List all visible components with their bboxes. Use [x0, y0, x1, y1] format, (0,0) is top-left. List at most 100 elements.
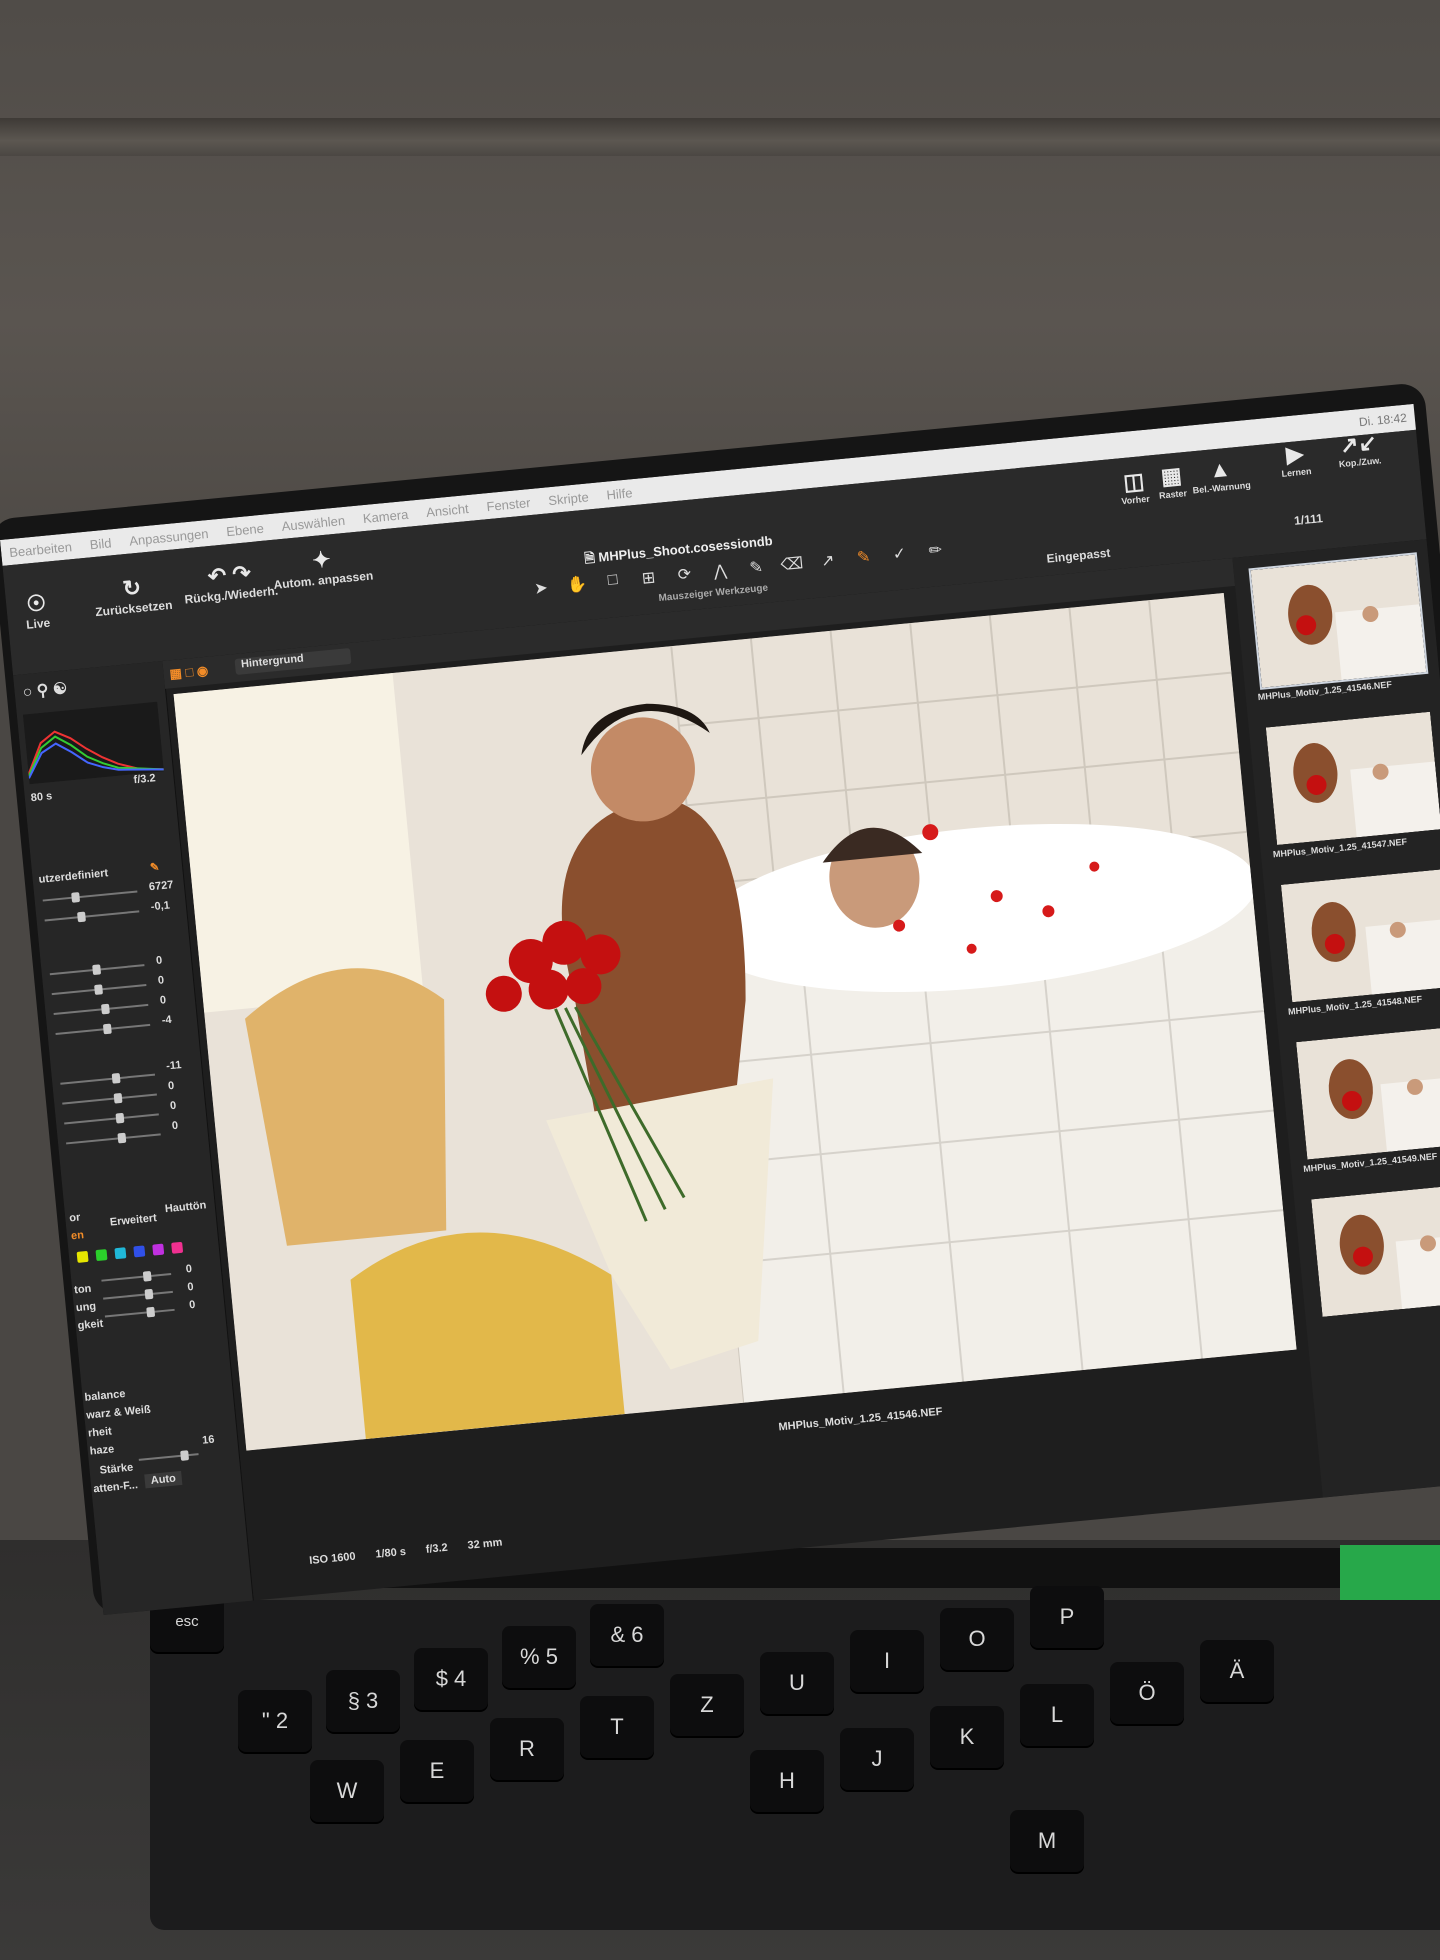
menu-adjustments[interactable]: Anpassungen	[129, 526, 210, 549]
live-button[interactable]: ☉ Live	[23, 590, 51, 632]
zoom-tool-icon[interactable]: □	[598, 570, 628, 593]
swatch-green[interactable]	[95, 1249, 108, 1262]
picker-tool-icon[interactable]: ✓	[885, 543, 915, 566]
thumbnail-3[interactable]	[1279, 867, 1440, 1005]
exposure-value-4[interactable]: -4	[161, 1014, 172, 1027]
menu-layer[interactable]: Ebene	[226, 520, 265, 539]
thumbnail-5[interactable]	[1309, 1181, 1440, 1319]
saturation-slider[interactable]	[103, 1290, 173, 1300]
brush-tool-icon[interactable]: ✎	[741, 556, 771, 579]
swatch-pink[interactable]	[171, 1241, 184, 1254]
exposure-slider-3[interactable]	[53, 1003, 149, 1016]
key-L[interactable]: L	[1020, 1684, 1094, 1746]
menu-view[interactable]: Ansicht	[425, 500, 469, 519]
dehaze-value[interactable]: 16	[202, 1434, 215, 1447]
key-Ö[interactable]: Ö	[1110, 1662, 1184, 1724]
thumbnail-2[interactable]	[1264, 710, 1440, 848]
saturation-value[interactable]: 0	[187, 1281, 194, 1294]
hue-value[interactable]: 0	[185, 1263, 192, 1276]
key-I[interactable]: I	[850, 1630, 924, 1692]
menu-window[interactable]: Fenster	[486, 495, 531, 514]
wb-kelvin-slider[interactable]	[42, 890, 138, 902]
eyedropper-icon[interactable]: ✎	[149, 860, 160, 874]
wb-tint-slider[interactable]	[44, 910, 140, 922]
tool-tabs[interactable]: ○ ⚲ ☯	[22, 678, 68, 702]
menu-image[interactable]: Bild	[89, 535, 112, 552]
key-P[interactable]: P	[1030, 1586, 1104, 1648]
annotation-tool-icon[interactable]: ✏	[920, 539, 950, 562]
tone-value-3[interactable]: 0	[169, 1100, 176, 1113]
background-select[interactable]: Hintergrund	[234, 647, 352, 675]
lightness-value[interactable]: 0	[189, 1299, 196, 1312]
before-button[interactable]: ◫ Vorher	[1118, 468, 1150, 506]
key-Z[interactable]: Z	[670, 1674, 744, 1736]
gradient-tool-icon[interactable]: ↗	[813, 549, 843, 572]
key-M[interactable]: M	[1010, 1810, 1084, 1872]
lightness-slider[interactable]	[104, 1308, 175, 1318]
undo-redo-button[interactable]: ↶ ↷ Rückg./Wiederh.	[181, 558, 279, 606]
grid-button[interactable]: ▦ Raster	[1156, 462, 1188, 501]
tone-value-4[interactable]: 0	[171, 1120, 178, 1133]
keystone-tool-icon[interactable]: ⋀	[705, 560, 735, 583]
key-R[interactable]: R	[490, 1718, 564, 1780]
section-clarity[interactable]: rheit	[87, 1425, 112, 1439]
exposure-value-2[interactable]: 0	[157, 974, 164, 987]
section-dehaze[interactable]: haze	[89, 1443, 115, 1457]
menu-scripts[interactable]: Skripte	[548, 489, 590, 508]
tone-value-2[interactable]: 0	[168, 1080, 175, 1093]
strength-select[interactable]: Auto	[144, 1470, 183, 1489]
crop-tool-icon[interactable]: ⊞	[634, 567, 664, 590]
exposure-slider-1[interactable]	[49, 964, 145, 976]
menu-help[interactable]: Hilfe	[606, 485, 633, 502]
key-U[interactable]: U	[760, 1652, 834, 1714]
tone-slider-4[interactable]	[66, 1133, 161, 1145]
wb-kelvin-value[interactable]: 6727	[148, 879, 174, 893]
auto-adjust-button[interactable]: ✦ Autom. anpassen	[270, 543, 374, 591]
hue-slider[interactable]	[101, 1272, 172, 1282]
section-color-balance[interactable]: balance	[84, 1388, 126, 1404]
tone-slider-2[interactable]	[62, 1093, 157, 1105]
learn-button[interactable]: ▶ Lernen	[1279, 440, 1312, 479]
key-O[interactable]: O	[940, 1608, 1014, 1670]
menu-camera[interactable]: Kamera	[362, 506, 409, 525]
exposure-slider-2[interactable]	[51, 984, 147, 996]
layout-icon[interactable]: ▦ □ ◉	[169, 663, 209, 683]
exposure-value-1[interactable]: 0	[155, 954, 162, 967]
swatch-yellow[interactable]	[76, 1250, 89, 1263]
hand-tool-icon[interactable]: ✋	[562, 574, 592, 597]
key-W[interactable]: W	[310, 1760, 384, 1822]
reset-button[interactable]: ↻ Zurücksetzen	[92, 572, 173, 619]
copy-apply-button[interactable]: ↗↙ Kop./Zuw.	[1336, 429, 1381, 470]
wb-mode-select[interactable]: utzerdefiniert	[38, 867, 109, 886]
exposure-value-3[interactable]: 0	[159, 994, 166, 1007]
wb-tint-value[interactable]: -0,1	[150, 899, 170, 913]
key-E[interactable]: E	[400, 1740, 474, 1802]
main-photo[interactable]	[173, 592, 1297, 1451]
swatch-magenta[interactable]	[152, 1243, 165, 1256]
key-2[interactable]: " 2	[238, 1690, 312, 1752]
menu-select[interactable]: Auswählen	[281, 512, 346, 533]
exposure-slider-4[interactable]	[55, 1023, 151, 1035]
rotate-tool-icon[interactable]: ⟳	[670, 563, 700, 586]
pointer-tool-icon[interactable]: ➤	[526, 577, 556, 600]
key-6[interactable]: & 6	[590, 1604, 664, 1666]
eraser-tool-icon[interactable]: ⌫	[777, 553, 807, 576]
exposure-warning-button[interactable]: ▲ Bel.-Warnung	[1190, 454, 1251, 496]
swatch-blue[interactable]	[133, 1245, 146, 1258]
tone-slider-3[interactable]	[64, 1113, 159, 1125]
tone-slider-1[interactable]	[60, 1073, 156, 1085]
key-J[interactable]: J	[840, 1728, 914, 1790]
zoom-fit-label[interactable]: Eingepasst	[1046, 546, 1111, 566]
key-3[interactable]: § 3	[326, 1670, 400, 1732]
key-T[interactable]: T	[580, 1696, 654, 1758]
color-tab-advanced[interactable]: Erweitert	[109, 1212, 157, 1228]
thumbnail-1[interactable]	[1248, 552, 1429, 690]
menu-edit[interactable]: Bearbeiten	[8, 539, 72, 560]
key-H[interactable]: H	[750, 1750, 824, 1812]
tone-value-1[interactable]: -11	[166, 1059, 182, 1072]
key-5[interactable]: % 5	[502, 1626, 576, 1688]
section-black-white[interactable]: warz & Weiß	[86, 1404, 151, 1422]
key-Ä[interactable]: Ä	[1200, 1640, 1274, 1702]
thumbnail-4[interactable]	[1294, 1024, 1440, 1162]
spot-tool-icon[interactable]: ✎	[849, 546, 879, 569]
